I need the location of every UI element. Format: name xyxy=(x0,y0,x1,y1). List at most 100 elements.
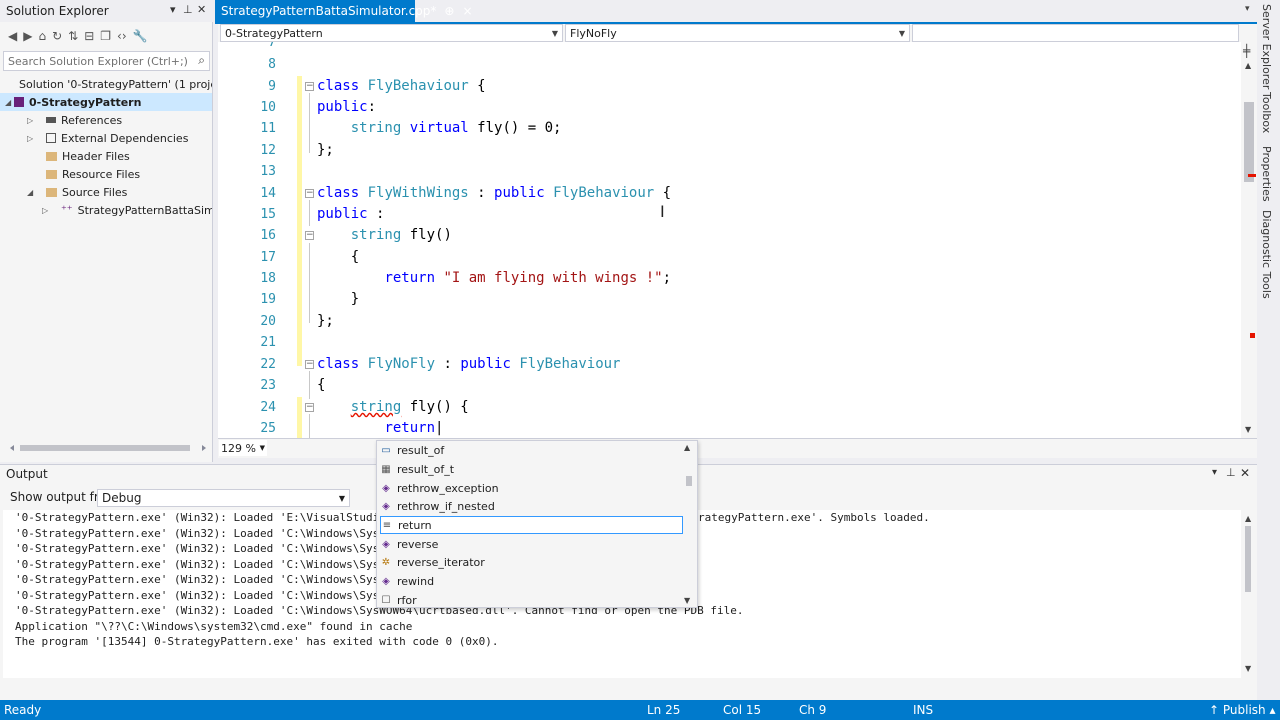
line-number: 11 xyxy=(260,121,276,136)
completion-item[interactable]: ◈ rethrow_if_nested xyxy=(380,497,683,515)
scope-dropdown[interactable]: FlyNoFly ▼ xyxy=(565,24,910,42)
scroll-down-icon[interactable]: ▼ xyxy=(1245,664,1251,673)
tree-item-label: Resource Files xyxy=(62,167,141,181)
references-icon xyxy=(46,117,56,123)
tab-label: StrategyPatternBattaSimulator.cpp* xyxy=(221,4,437,18)
outline-guide xyxy=(309,93,310,153)
completion-label: rfor xyxy=(397,593,417,607)
pin-icon[interactable]: ⊥ xyxy=(183,3,193,16)
tree-item-references[interactable]: ▷ References xyxy=(0,111,212,129)
outline-guide xyxy=(309,200,310,226)
solution-search-input[interactable]: Search Solution Explorer (Ctrl+;) ⌕ xyxy=(3,51,210,71)
back-icon[interactable]: ◀ xyxy=(8,29,17,43)
close-icon[interactable]: ✕ xyxy=(197,3,206,16)
tab-server-explorer[interactable]: Server Explorer xyxy=(1260,4,1273,89)
chevron-down-icon: ▼ xyxy=(259,444,265,452)
completion-label: reverse xyxy=(397,537,439,551)
outline-guide xyxy=(309,243,310,323)
close-tab-icon[interactable]: × xyxy=(462,4,472,18)
tree-item-resource-files[interactable]: Resource Files xyxy=(0,165,212,183)
publish-button[interactable]: ↑ Publish ▴ xyxy=(1209,703,1275,717)
collapse-arrow-icon[interactable]: ▷ xyxy=(27,134,33,143)
wrench-icon[interactable]: 🔧 xyxy=(133,29,148,43)
collapse-region-icon[interactable]: − xyxy=(305,360,314,369)
collapse-arrow-icon[interactable]: ▷ xyxy=(42,206,48,215)
folder-icon xyxy=(46,151,57,161)
forward-icon[interactable]: ▶ xyxy=(23,29,32,43)
code-editor[interactable]: 7 8 9 class FlyBehaviour { 10 public: 11 s… xyxy=(218,42,1241,438)
tab-toolbox[interactable]: Toolbox xyxy=(1260,92,1273,133)
zoom-dropdown[interactable]: 129 % ▼ xyxy=(219,440,267,456)
collapse-region-icon[interactable]: − xyxy=(305,189,314,198)
completion-item[interactable]: ◈ rewind xyxy=(380,572,683,590)
tree-item-project[interactable]: ◢ 0-StrategyPattern xyxy=(0,93,212,111)
keyword-icon: ≡ xyxy=(382,519,392,531)
close-icon[interactable]: ✕ xyxy=(1240,466,1250,480)
output-title: Output xyxy=(6,467,48,481)
tree-item-external-dependencies[interactable]: ▷ External Dependencies xyxy=(0,129,212,147)
folder-icon xyxy=(46,187,57,197)
tree-item-label: 0-StrategyPattern xyxy=(29,95,142,109)
project-icon xyxy=(14,97,24,107)
code-line-12: }; xyxy=(317,142,334,158)
pin-tab-icon[interactable]: ⊕ xyxy=(444,4,454,18)
collapse-region-icon[interactable]: − xyxy=(305,82,314,91)
show-output-from-dropdown[interactable]: Debug ▼ xyxy=(97,489,350,507)
history-icon[interactable]: ↻ xyxy=(52,29,62,43)
solution-explorer-title-bar: Solution Explorer ▾ ⊥ ✕ xyxy=(0,0,213,22)
line-number: 15 xyxy=(260,207,276,222)
editor-scroll-thumb[interactable] xyxy=(1244,102,1254,182)
tab-dropdown-icon[interactable]: ▾ xyxy=(1245,4,1250,14)
tree-item-header-files[interactable]: Header Files xyxy=(0,147,212,165)
dropdown-icon[interactable]: ▾ xyxy=(170,3,176,16)
tab-diagnostic-tools[interactable]: Diagnostic Tools xyxy=(1260,210,1273,299)
status-bar xyxy=(0,700,1280,720)
completion-item[interactable]: ✲ reverse_iterator xyxy=(380,553,683,571)
collapse-region-icon[interactable]: − xyxy=(305,403,314,412)
scroll-down-icon[interactable]: ▼ xyxy=(1245,425,1251,434)
sync-icon[interactable]: ⇅ xyxy=(68,29,78,43)
code-line-11: string virtual fly() = 0; xyxy=(350,120,562,136)
show-all-icon[interactable]: ❐ xyxy=(100,29,111,43)
completion-item[interactable]: ◈ rethrow_exception xyxy=(380,479,683,497)
code-line-20: }; xyxy=(317,313,334,329)
code-line-16: string fly() xyxy=(350,227,452,243)
chevron-down-icon: ▼ xyxy=(898,28,905,38)
search-icon[interactable]: ⌕ xyxy=(198,53,205,68)
code-view-icon[interactable]: ‹› xyxy=(117,29,127,43)
tab-strategy-pattern-file[interactable]: StrategyPatternBattaSimulator.cpp* ⊕ × xyxy=(215,0,473,22)
popup-scroll-thumb[interactable] xyxy=(686,476,692,486)
line-number: 13 xyxy=(260,164,276,179)
home-icon[interactable]: ⌂ xyxy=(38,29,46,43)
project-dropdown[interactable]: 0-StrategyPattern ▼ xyxy=(220,24,563,42)
pin-icon[interactable]: ⊥ xyxy=(1226,466,1236,479)
expand-icon[interactable]: ◢ xyxy=(5,98,11,107)
solution-explorer-hscrollbar[interactable] xyxy=(8,443,208,453)
tab-properties[interactable]: Properties xyxy=(1260,146,1273,202)
completion-item[interactable]: ▦ result_of_t xyxy=(380,460,683,478)
dropdown-icon[interactable]: ▾ xyxy=(1212,467,1217,478)
completion-item[interactable]: ☐ rfor xyxy=(380,591,683,609)
tree-item-solution[interactable]: Solution '0-StrategyPattern' (1 project) xyxy=(0,75,212,93)
completion-item-selected[interactable]: ≡ return xyxy=(380,516,683,534)
tree-item-source-file[interactable]: ▷ ⁺⁺ StrategyPatternBattaSimulator xyxy=(0,201,212,219)
popup-scroll-down-icon[interactable]: ▼ xyxy=(684,596,690,605)
collapse-region-icon[interactable]: − xyxy=(305,231,314,240)
member-dropdown[interactable] xyxy=(912,24,1239,42)
popup-scroll-up-icon[interactable]: ▲ xyxy=(684,443,690,452)
completion-item[interactable]: ▭ result_of xyxy=(380,441,683,459)
scroll-up-icon[interactable]: ▲ xyxy=(1245,514,1251,523)
line-number: 17 xyxy=(260,250,276,265)
code-line-17: { xyxy=(317,249,360,265)
split-editor-icon[interactable]: ╪ xyxy=(1243,44,1250,58)
collapse-arrow-icon[interactable]: ▷ xyxy=(27,116,33,125)
scroll-up-icon[interactable]: ▲ xyxy=(1245,61,1251,70)
collapse-icon[interactable]: ⊟ xyxy=(84,29,94,43)
editor-status-strip xyxy=(218,438,1257,458)
expand-icon[interactable]: ◢ xyxy=(27,188,33,197)
output-scroll-thumb[interactable] xyxy=(1245,526,1251,592)
search-placeholder: Search Solution Explorer (Ctrl+;) xyxy=(8,54,188,68)
tree-item-source-files[interactable]: ◢ Source Files xyxy=(0,183,212,201)
code-line-10: public: xyxy=(317,99,377,115)
completion-item[interactable]: ◈ reverse xyxy=(380,535,683,553)
